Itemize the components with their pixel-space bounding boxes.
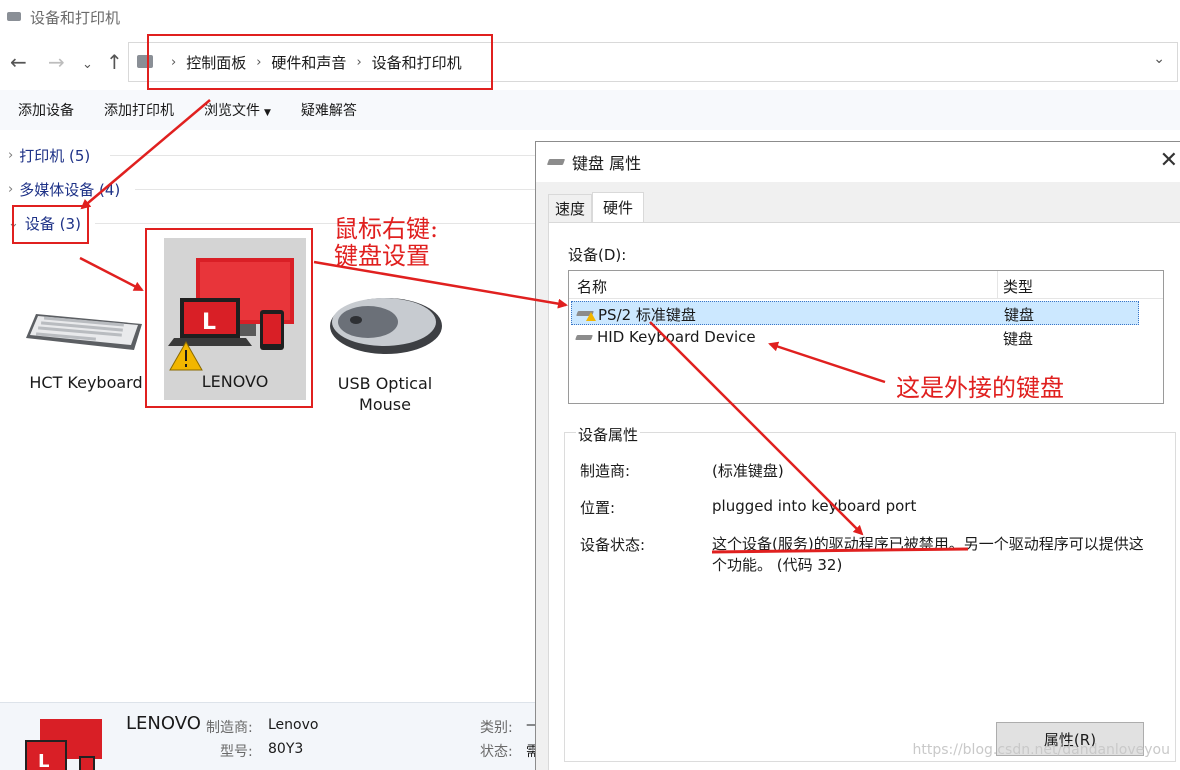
manufacturer-value: (标准键盘): [712, 462, 784, 480]
details-category-label: 类别:: [480, 720, 513, 736]
close-icon[interactable]: ✕: [1160, 148, 1178, 173]
details-pane: L LENOVO 制造商: Lenovo 型号: 80Y3 类别: — 状态: …: [0, 702, 540, 770]
computer-icon: L: [25, 719, 102, 770]
column-name-header[interactable]: 名称: [577, 276, 607, 297]
location-label: 位置:: [580, 499, 616, 517]
group-divider: [135, 189, 535, 190]
forward-arrow-icon[interactable]: →: [48, 50, 65, 74]
annotation-box-breadcrumb: [147, 34, 493, 90]
devices-printers-icon: [6, 10, 24, 24]
command-toolbar: 添加设备 添加打印机 浏览文件 ▼ 疑难解答: [0, 90, 1180, 130]
row-device-name: HID Keyboard Device: [597, 328, 756, 346]
manufacturer-label: 制造商:: [580, 462, 631, 480]
window-title-bar: 设备和打印机: [0, 0, 1180, 34]
annotation-box-lenovo: [145, 228, 313, 408]
column-type-header[interactable]: 类型: [1003, 276, 1033, 297]
list-header: 名称 类型: [569, 271, 1163, 299]
device-name: HCT Keyboard: [29, 373, 143, 392]
tab-hardware[interactable]: 硬件: [592, 192, 645, 222]
browse-files-label: 浏览文件: [204, 103, 260, 119]
group-divider: [110, 155, 535, 156]
device-status-underlined-text: 这个设备(服务)的驱动程序已被禁用。: [712, 535, 964, 553]
device-usb-mouse[interactable]: USB Optical Mouse: [316, 373, 454, 415]
add-device-button[interactable]: 添加设备: [18, 100, 74, 120]
location-value: plugged into keyboard port: [712, 497, 917, 515]
details-status-label: 状态:: [480, 744, 513, 760]
details-model-value: 80Y3: [268, 741, 304, 757]
details-manufacturer-label: 制造商:: [206, 720, 253, 736]
window-title: 设备和打印机: [30, 8, 121, 27]
devices-list[interactable]: 名称 类型 PS/2 标准键盘 键盘 HID Keyboard Device 键…: [568, 270, 1164, 404]
list-row-ps2-keyboard[interactable]: PS/2 标准键盘 键盘: [571, 301, 1139, 325]
annotation-right-click-line2: 键盘设置: [334, 242, 430, 270]
chevron-right-icon: ›: [8, 182, 14, 197]
device-name-line1: USB Optical: [337, 374, 433, 393]
recent-locations-chevron-icon[interactable]: ⌄: [82, 53, 93, 77]
device-properties-groupbox: [564, 432, 1176, 762]
dialog-title: 键盘 属性: [572, 154, 642, 173]
group-printers-label: 打印机 (5): [19, 147, 91, 165]
device-hct-keyboard[interactable]: HCT Keyboard: [20, 373, 152, 392]
tab-speed[interactable]: 速度: [548, 194, 593, 222]
annotation-right-click-line1: 鼠标右键:: [334, 215, 439, 243]
add-printer-button[interactable]: 添加打印机: [104, 100, 174, 120]
keyboard-icon: [575, 335, 593, 340]
devices-list-label: 设备(D):: [568, 246, 627, 264]
up-arrow-icon[interactable]: ↑: [106, 50, 123, 74]
group-divider: [95, 223, 535, 224]
keyboard-properties-dialog: 键盘 属性 ✕ 速度 硬件 设备(D): 名称 类型 PS/2 标准键盘 键盘 …: [535, 141, 1180, 770]
dialog-tabs: 速度 硬件: [548, 192, 645, 222]
row-device-type: 键盘: [1004, 306, 1035, 324]
list-row-hid-keyboard[interactable]: HID Keyboard Device 键盘: [571, 326, 1139, 350]
chevron-right-icon: ›: [8, 148, 14, 163]
details-model-label: 型号:: [220, 744, 253, 760]
details-manufacturer-value: Lenovo: [268, 717, 319, 733]
address-dropdown-icon[interactable]: ⌄: [1153, 51, 1165, 67]
device-properties-title: 设备属性: [576, 424, 641, 445]
dialog-title-bar: 键盘 属性: [536, 142, 1180, 182]
watermark: https://blog.csdn.net/dandanloveyou: [912, 742, 1170, 758]
details-device-name: LENOVO: [126, 713, 201, 734]
device-status-label: 设备状态:: [580, 536, 646, 554]
row-device-type: 键盘: [1003, 330, 1034, 348]
annotation-box-devices-group: [12, 205, 89, 244]
keyboard-icon: [546, 159, 566, 165]
mouse-icon[interactable]: [328, 292, 444, 356]
group-multimedia-label: 多媒体设备 (4): [19, 181, 121, 199]
group-printers[interactable]: › 打印机 (5): [8, 145, 90, 166]
annotation-right-click: 鼠标右键: 键盘设置: [334, 216, 438, 270]
device-name-line2: Mouse: [359, 395, 411, 414]
annotation-external-keyboard: 这是外接的键盘: [896, 374, 1064, 402]
troubleshoot-button[interactable]: 疑难解答: [301, 100, 357, 120]
browse-files-button[interactable]: 浏览文件 ▼: [204, 100, 271, 120]
column-divider[interactable]: [997, 271, 998, 299]
back-arrow-icon[interactable]: ←: [10, 50, 27, 74]
group-multimedia[interactable]: › 多媒体设备 (4): [8, 179, 120, 200]
dropdown-caret-icon: ▼: [264, 108, 271, 118]
row-device-name: PS/2 标准键盘: [598, 306, 696, 324]
warning-icon: [586, 312, 596, 321]
arrow-to-lenovo: [79, 256, 144, 292]
keyboard-icon[interactable]: [26, 310, 144, 354]
device-status-value: 这个设备(服务)的驱动程序已被禁用。另一个驱动程序可以提供这个功能。 (代码 3…: [712, 534, 1152, 576]
svg-text:L: L: [38, 751, 49, 770]
